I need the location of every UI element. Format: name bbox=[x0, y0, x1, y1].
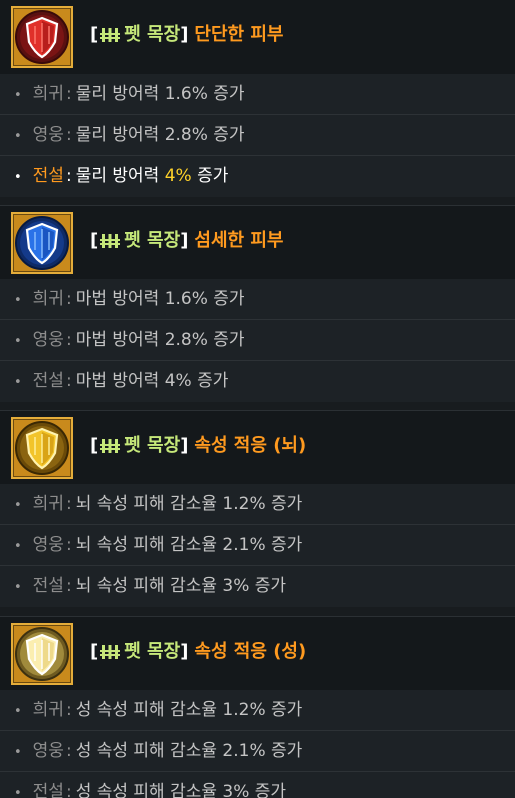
grade-label: 전설 bbox=[32, 166, 64, 186]
grade-row-heroic: • 영웅: 뇌 속성 피해 감소율 2.1% 증가 bbox=[0, 525, 515, 566]
fence-icon bbox=[100, 439, 121, 453]
skill-category: 펫 목장 bbox=[124, 230, 181, 251]
blue-shield-icon bbox=[11, 212, 73, 274]
pale-gold-shield-icon bbox=[11, 623, 73, 685]
skill-name: 섬세한 피부 bbox=[194, 230, 284, 251]
grade-effect: 물리 방어력 4% 증가 bbox=[75, 166, 229, 186]
grade-row-rare: • 희귀: 뇌 속성 피해 감소율 1.2% 증가 bbox=[0, 484, 515, 525]
grade-label: 영웅 bbox=[32, 125, 64, 145]
grade-label: 전설 bbox=[32, 782, 64, 798]
skill-name: 속성 적응 (뇌) bbox=[194, 435, 307, 456]
grade-effect: 마법 방어력 1.6% 증가 bbox=[75, 289, 245, 309]
grade-row-heroic: • 영웅: 성 속성 피해 감소율 2.1% 증가 bbox=[0, 731, 515, 772]
skill-section-delicate-skin: [펫 목장] 섬세한 피부 • 희귀: 마법 방어력 1.6% 증가 • 영웅: 마법 방… bbox=[0, 205, 515, 412]
grade-list: • 희귀: 성 속성 피해 감소율 1.2% 증가 • 영웅: 성 속성 피해 감소율 … bbox=[0, 690, 515, 798]
fence-icon bbox=[100, 645, 121, 659]
fence-icon bbox=[100, 28, 121, 42]
gold-shield-icon bbox=[11, 417, 73, 479]
grade-label: 희귀 bbox=[32, 494, 64, 514]
grade-label: 희귀 bbox=[32, 700, 64, 720]
grade-effect: 마법 방어력 2.8% 증가 bbox=[75, 330, 245, 350]
skill-category: 펫 목장 bbox=[124, 641, 181, 662]
skill-name: 단단한 피부 bbox=[194, 24, 284, 45]
red-shield-icon bbox=[11, 6, 73, 68]
grade-effect: 물리 방어력 2.8% 증가 bbox=[75, 125, 245, 145]
pet-skill-list: [펫 목장] 단단한 피부 • 희귀: 물리 방어력 1.6% 증가 • 영웅: 물리 방… bbox=[0, 0, 515, 798]
grade-row-rare: • 희귀: 마법 방어력 1.6% 증가 bbox=[0, 279, 515, 320]
grade-label: 희귀 bbox=[32, 289, 64, 309]
grade-label: 전설 bbox=[32, 371, 64, 391]
skill-header: [펫 목장] 단단한 피부 bbox=[0, 0, 515, 74]
grade-label: 영웅 bbox=[32, 741, 64, 761]
skill-section-element-holy: [펫 목장] 속성 적응 (성) • 희귀: 성 속성 피해 감소율 1.2% 증가 … bbox=[0, 616, 515, 798]
skill-name: 속성 적응 (성) bbox=[194, 641, 307, 662]
fence-icon bbox=[100, 234, 121, 248]
grade-effect: 뇌 속성 피해 감소율 2.1% 증가 bbox=[75, 535, 303, 555]
grade-list: • 희귀: 마법 방어력 1.6% 증가 • 영웅: 마법 방어력 2.8% 증가 • 전… bbox=[0, 279, 515, 402]
grade-row-legendary: • 전설: 성 속성 피해 감소율 3% 증가 bbox=[0, 772, 515, 798]
grade-label: 영웅 bbox=[32, 330, 64, 350]
grade-row-legendary: • 전설: 뇌 속성 피해 감소율 3% 증가 bbox=[14, 576, 287, 596]
grade-row-heroic: • 영웅: 마법 방어력 2.8% 증가 bbox=[0, 320, 515, 361]
skill-header: [펫 목장] 속성 적응 (성) bbox=[0, 616, 515, 690]
grade-effect: 뇌 속성 피해 감소율 1.2% 증가 bbox=[75, 494, 303, 514]
skill-category: 펫 목장 bbox=[124, 24, 181, 45]
grade-effect: 뇌 속성 피해 감소율 3% 증가 bbox=[75, 576, 287, 596]
grade-label: 희귀 bbox=[32, 84, 64, 104]
grade-row-legendary: • 전설: 마법 방어력 4% 증가 bbox=[14, 371, 229, 391]
skill-category: 펫 목장 bbox=[124, 435, 181, 456]
grade-list: • 희귀: 뇌 속성 피해 감소율 1.2% 증가 • 영웅: 뇌 속성 피해 감소율 … bbox=[0, 484, 515, 607]
grade-row-rare: • 희귀: 성 속성 피해 감소율 1.2% 증가 bbox=[0, 690, 515, 731]
grade-row-rare: • 희귀: 물리 방어력 1.6% 증가 bbox=[0, 74, 515, 115]
grade-effect: 마법 방어력 4% 증가 bbox=[75, 371, 229, 391]
skill-header: [펫 목장] 섬세한 피부 bbox=[0, 205, 515, 279]
grade-row-legendary: • 전설: 물리 방어력 4% 증가 bbox=[14, 166, 229, 186]
grade-effect: 성 속성 피해 감소율 3% 증가 bbox=[75, 782, 287, 798]
skill-header: [펫 목장] 속성 적응 (뇌) bbox=[0, 410, 515, 484]
grade-row-heroic: • 영웅: 물리 방어력 2.8% 증가 bbox=[0, 115, 515, 156]
grade-label: 영웅 bbox=[32, 535, 64, 555]
skill-section-element-lightning: [펫 목장] 속성 적응 (뇌) • 희귀: 뇌 속성 피해 감소율 1.2% 증가 … bbox=[0, 410, 515, 617]
grade-label: 전설 bbox=[32, 576, 64, 596]
grade-effect: 성 속성 피해 감소율 2.1% 증가 bbox=[75, 741, 303, 761]
skill-section-hard-skin: [펫 목장] 단단한 피부 • 희귀: 물리 방어력 1.6% 증가 • 영웅: 물리 방… bbox=[0, 0, 515, 207]
grade-effect: 물리 방어력 1.6% 증가 bbox=[75, 84, 245, 104]
effect-value: 4% bbox=[164, 166, 192, 186]
grade-list: • 희귀: 물리 방어력 1.6% 증가 • 영웅: 물리 방어력 2.8% 증가 • 전… bbox=[0, 74, 515, 197]
grade-effect: 성 속성 피해 감소율 1.2% 증가 bbox=[75, 700, 303, 720]
